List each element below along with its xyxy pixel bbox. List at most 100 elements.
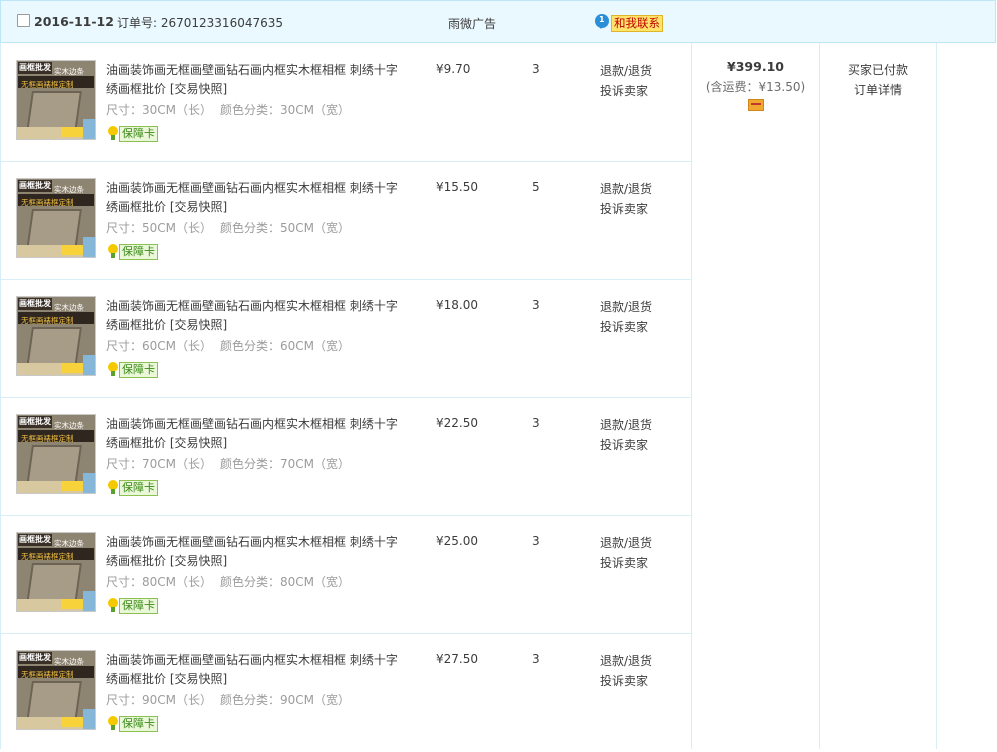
thumb-text: 实木边条 xyxy=(54,67,84,76)
unit-price: ¥18.00 xyxy=(436,298,478,312)
refund-return-link[interactable]: 退款/退货 xyxy=(600,651,652,671)
item-actions: 退款/退货 投诉卖家 xyxy=(600,651,652,691)
refund-return-link[interactable]: 退款/退货 xyxy=(600,61,652,81)
order-number: 订单号: 2670123316047635 xyxy=(117,16,284,30)
refund-return-link[interactable]: 退款/退货 xyxy=(600,179,652,199)
unit-price: ¥15.50 xyxy=(436,180,478,194)
order-total: ¥399.10 (含运费：¥13.50) xyxy=(692,59,819,114)
order-header: 2016-11-12 订单号: 2670123316047635 雨微广告 1 … xyxy=(0,0,996,43)
thumb-text: 画框批发 xyxy=(19,181,51,190)
thumb-text: 无框画裱框定制 xyxy=(21,434,74,443)
refund-return-link[interactable]: 退款/退货 xyxy=(600,533,652,553)
guarantee-icon xyxy=(106,362,120,376)
thumb-text: 画框批发 xyxy=(19,535,51,544)
product-thumbnail[interactable]: 画框批发 实木边条 无框画裱框定制 xyxy=(16,178,96,258)
size-spec: 尺寸：50CM（长） xyxy=(106,221,213,235)
item-actions: 退款/退货 投诉卖家 xyxy=(600,533,652,573)
product-specs: 尺寸：90CM（长） 颜色分类：90CM（宽） xyxy=(106,691,350,708)
quantity: 5 xyxy=(532,180,540,194)
item-actions: 退款/退货 投诉卖家 xyxy=(600,415,652,455)
order-item-row: 画框批发 实木边条 无框画裱框定制 油画装饰画无框画壁画钻石画内框实木框相框 刺… xyxy=(0,162,690,280)
unit-price: ¥25.00 xyxy=(436,534,478,548)
guarantee-label: 保障卡 xyxy=(119,716,158,732)
unit-price: ¥9.70 xyxy=(436,62,471,76)
total-amount: ¥399.10 xyxy=(727,59,784,74)
guarantee-icon xyxy=(106,716,120,730)
refund-return-link[interactable]: 退款/退货 xyxy=(600,297,652,317)
color-spec: 颜色分类：90CM（宽） xyxy=(220,693,351,707)
product-specs: 尺寸：80CM（长） 颜色分类：80CM（宽） xyxy=(106,573,350,590)
thumb-text: 画框批发 xyxy=(19,653,51,662)
column-divider xyxy=(691,43,692,749)
item-actions: 退款/退货 投诉卖家 xyxy=(600,297,652,337)
thumb-text: 无框画裱框定制 xyxy=(21,670,74,679)
order-details-link[interactable]: 订单详情 xyxy=(820,80,936,100)
thumb-text: 无框画裱框定制 xyxy=(21,198,74,207)
guarantee-icon xyxy=(106,598,120,612)
thumb-text: 画框批发 xyxy=(19,417,51,426)
product-title-link[interactable]: 油画装饰画无框画壁画钻石画内框实木框相框 刺绣十字绣画框批价 [交易快照] xyxy=(106,297,406,335)
color-spec: 颜色分类：70CM（宽） xyxy=(220,457,351,471)
guarantee-label: 保障卡 xyxy=(119,126,158,142)
order-card: 2016-11-12 订单号: 2670123316047635 雨微广告 1 … xyxy=(0,0,997,749)
shop-name-link[interactable]: 雨微广告 xyxy=(448,15,496,32)
complain-seller-link[interactable]: 投诉卖家 xyxy=(600,81,652,101)
product-thumbnail[interactable]: 画框批发 实木边条 无框画裱框定制 xyxy=(16,532,96,612)
color-spec: 颜色分类：50CM（宽） xyxy=(220,221,351,235)
product-thumbnail[interactable]: 画框批发 实木边条 无框画裱框定制 xyxy=(16,650,96,730)
quantity: 3 xyxy=(532,534,540,548)
complain-seller-link[interactable]: 投诉卖家 xyxy=(600,199,652,219)
product-specs: 尺寸：60CM（长） 颜色分类：60CM（宽） xyxy=(106,337,350,354)
quantity: 3 xyxy=(532,416,540,430)
thumb-text: 无框画裱框定制 xyxy=(21,316,74,325)
product-title-link[interactable]: 油画装饰画无框画壁画钻石画内框实木框相框 刺绣十字绣画框批价 [交易快照] xyxy=(106,533,406,571)
refund-return-link[interactable]: 退款/退货 xyxy=(600,415,652,435)
select-order-checkbox[interactable] xyxy=(17,14,30,27)
order-item-row: 画框批发 实木边条 无框画裱框定制 油画装饰画无框画壁画钻石画内框实木框相框 刺… xyxy=(0,280,690,398)
column-divider xyxy=(936,43,937,749)
thumb-text: 实木边条 xyxy=(54,303,84,312)
product-thumbnail[interactable]: 画框批发 实木边条 无框画裱框定制 xyxy=(16,414,96,494)
product-specs: 尺寸：50CM（长） 颜色分类：50CM（宽） xyxy=(106,219,350,236)
complain-seller-link[interactable]: 投诉卖家 xyxy=(600,435,652,455)
product-thumbnail[interactable]: 画框批发 实木边条 无框画裱框定制 xyxy=(16,60,96,140)
thumb-text: 实木边条 xyxy=(54,421,84,430)
product-title-link[interactable]: 油画装饰画无框画壁画钻石画内框实木框相框 刺绣十字绣画框批价 [交易快照] xyxy=(106,179,406,217)
unit-price: ¥27.50 xyxy=(436,652,478,666)
complain-seller-link[interactable]: 投诉卖家 xyxy=(600,317,652,337)
product-thumbnail[interactable]: 画框批发 实木边条 无框画裱框定制 xyxy=(16,296,96,376)
size-spec: 尺寸：60CM（长） xyxy=(106,339,213,353)
thumb-text: 画框批发 xyxy=(19,299,51,308)
thumb-text: 画框批发 xyxy=(19,63,51,72)
guarantee-label: 保障卡 xyxy=(119,362,158,378)
guarantee-label: 保障卡 xyxy=(119,244,158,260)
quantity: 3 xyxy=(532,62,540,76)
guarantee-icon xyxy=(106,126,120,140)
item-actions: 退款/退货 投诉卖家 xyxy=(600,179,652,219)
thumb-text: 实木边条 xyxy=(54,539,84,548)
color-spec: 颜色分类：60CM（宽） xyxy=(220,339,351,353)
order-item-row: 画框批发 实木边条 无框画裱框定制 油画装饰画无框画壁画钻石画内框实木框相框 刺… xyxy=(0,44,690,162)
color-spec: 颜色分类：30CM（宽） xyxy=(220,103,351,117)
product-specs: 尺寸：30CM（长） 颜色分类：30CM（宽） xyxy=(106,101,350,118)
thumb-text: 实木边条 xyxy=(54,657,84,666)
payment-card-icon xyxy=(747,99,764,111)
product-title-link[interactable]: 油画装饰画无框画壁画钻石画内框实木框相框 刺绣十字绣画框批价 [交易快照] xyxy=(106,415,406,453)
size-spec: 尺寸：80CM（长） xyxy=(106,575,213,589)
size-spec: 尺寸：30CM（长） xyxy=(106,103,213,117)
size-spec: 尺寸：90CM（长） xyxy=(106,693,213,707)
complain-seller-link[interactable]: 投诉卖家 xyxy=(600,553,652,573)
product-title-link[interactable]: 油画装饰画无框画壁画钻石画内框实木框相框 刺绣十字绣画框批价 [交易快照] xyxy=(106,651,406,689)
complain-seller-link[interactable]: 投诉卖家 xyxy=(600,671,652,691)
shipping-fee: (含运费：¥13.50) xyxy=(705,80,806,94)
column-divider xyxy=(819,43,820,749)
contact-seller-label: 和我联系 xyxy=(611,15,663,32)
color-spec: 颜色分类：80CM（宽） xyxy=(220,575,351,589)
product-specs: 尺寸：70CM（长） 颜色分类：70CM（宽） xyxy=(106,455,350,472)
product-title-link[interactable]: 油画装饰画无框画壁画钻石画内框实木框相框 刺绣十字绣画框批价 [交易快照] xyxy=(106,61,406,99)
guarantee-label: 保障卡 xyxy=(119,598,158,614)
guarantee-icon xyxy=(106,480,120,494)
status-text: 买家已付款 xyxy=(847,63,908,77)
guarantee-label: 保障卡 xyxy=(119,480,158,496)
order-status: 买家已付款 订单详情 xyxy=(820,60,936,100)
